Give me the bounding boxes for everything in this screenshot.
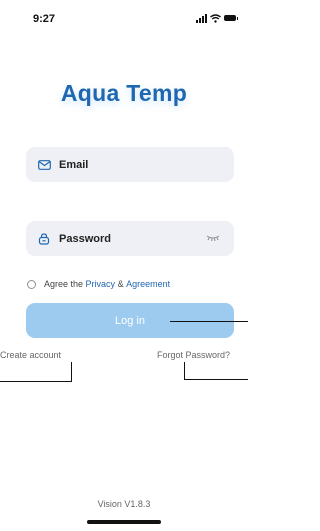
login-screen: 9:27 Aqua Temp Email Password Agree the … bbox=[0, 0, 248, 531]
callout-line-forgot-h bbox=[184, 379, 248, 381]
app-logo: Aqua Temp bbox=[60, 80, 188, 106]
password-field[interactable]: Password bbox=[26, 221, 234, 256]
callout-line-create-v bbox=[71, 362, 73, 382]
forgot-password-link[interactable]: Forgot Password? bbox=[157, 350, 230, 360]
create-account-link[interactable]: Create account bbox=[0, 350, 61, 360]
status-icons bbox=[196, 13, 238, 23]
callout-line-forgot-v bbox=[184, 362, 186, 380]
email-placeholder: Email bbox=[59, 158, 89, 171]
battery-icon bbox=[224, 15, 238, 21]
agree-prefix: Agree the bbox=[44, 279, 84, 289]
home-indicator[interactable] bbox=[87, 520, 161, 524]
agree-connector: & bbox=[117, 279, 124, 289]
mail-icon bbox=[37, 158, 51, 172]
version-label: Vision V1.8.3 bbox=[97, 499, 151, 509]
agreement-row: Agree the Privacy & Agreement bbox=[27, 277, 170, 291]
agreement-link[interactable]: Agreement bbox=[126, 279, 170, 289]
eye-closed-icon[interactable] bbox=[206, 234, 220, 242]
status-time: 9:27 bbox=[33, 13, 56, 25]
callout-line-login bbox=[170, 321, 248, 323]
signal-icon bbox=[196, 13, 207, 23]
agree-radio[interactable] bbox=[27, 279, 36, 289]
password-placeholder: Password bbox=[59, 232, 111, 245]
wifi-icon bbox=[210, 13, 221, 23]
status-bar: 9:27 bbox=[0, 0, 248, 34]
privacy-link[interactable]: Privacy bbox=[86, 279, 116, 289]
lock-icon bbox=[37, 232, 51, 246]
email-field[interactable]: Email bbox=[26, 147, 234, 182]
callout-line-create-h bbox=[0, 381, 72, 383]
